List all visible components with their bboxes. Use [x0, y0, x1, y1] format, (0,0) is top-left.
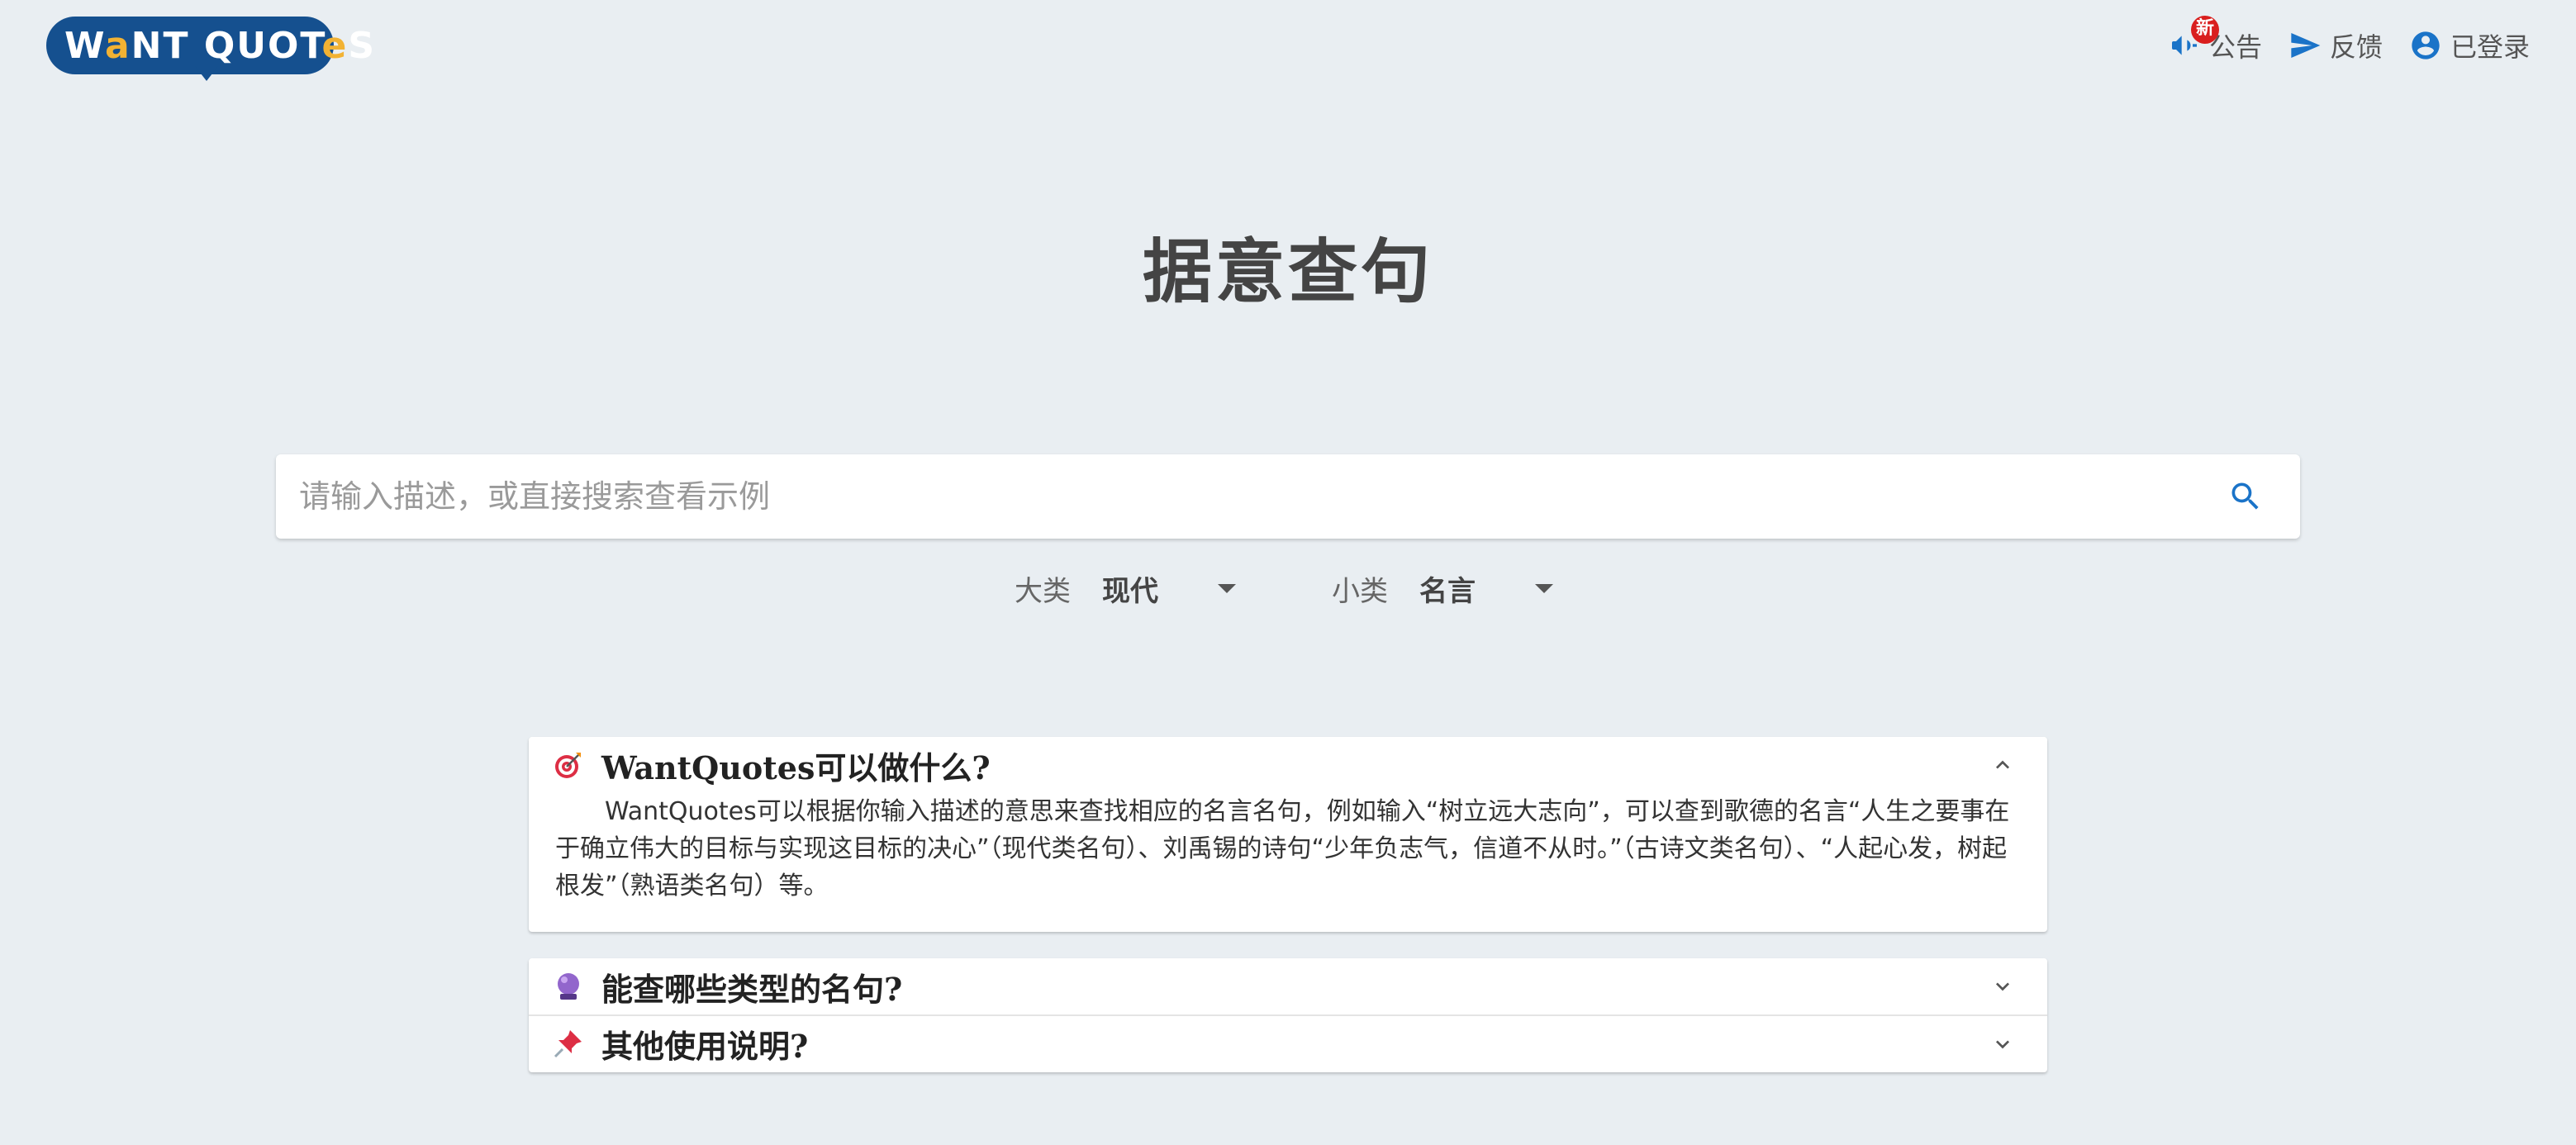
new-badge: 新: [2190, 16, 2219, 44]
category-select[interactable]: 现代: [1102, 568, 1241, 609]
dropdown-arrow-icon: [1218, 583, 1236, 593]
category-label: 大类: [1015, 574, 1071, 608]
faq-title: WantQuotes可以做什么?: [601, 748, 991, 786]
faq-title: 其他使用说明?: [601, 1027, 809, 1065]
faq-panel-what-can-do: WantQuotes可以做什么? WantQuotes可以根据你输入描述的意思来…: [529, 737, 2047, 932]
megaphone-icon: 新: [2168, 16, 2219, 62]
feedback-link[interactable]: 反馈: [2288, 26, 2383, 64]
top-nav: 新 公告 反馈 已登录: [2168, 16, 2530, 66]
dart-icon: [554, 750, 583, 780]
faq-panel-group: 能查哪些类型的名句? 其他使用说明?: [529, 958, 2047, 1072]
filters: 大类 现代 小类 名言: [1015, 562, 1558, 615]
subcategory-filter: 小类 名言: [1332, 568, 1558, 609]
chevron-up-icon[interactable]: [1989, 752, 2016, 778]
chevron-down-icon[interactable]: [1989, 973, 2016, 1000]
account-circle-icon: [2409, 29, 2442, 62]
page-title: 据意查句: [1142, 231, 1433, 312]
pushpin-icon: [554, 1029, 583, 1058]
feedback-label: 反馈: [2329, 31, 2383, 63]
subcategory-value: 名言: [1419, 574, 1476, 608]
search-icon: [2231, 482, 2259, 510]
search-button[interactable]: [2212, 463, 2279, 530]
category-filter: 大类 现代: [1015, 568, 1241, 609]
subcategory-select[interactable]: 名言: [1419, 568, 1558, 609]
category-value: 现代: [1102, 574, 1158, 608]
faq-header-types[interactable]: 能查哪些类型的名句?: [529, 958, 2047, 1014]
chevron-down-icon[interactable]: [1989, 1031, 2016, 1057]
faq-header-what-can-do[interactable]: WantQuotes可以做什么?: [529, 737, 2047, 793]
search-input[interactable]: [276, 454, 2212, 539]
send-icon: [2288, 29, 2322, 62]
account-label: 已登录: [2450, 31, 2530, 63]
crystal-ball-icon: [554, 972, 583, 1001]
dropdown-arrow-icon: [1535, 583, 1553, 593]
subcategory-label: 小类: [1332, 574, 1388, 608]
announcement-link[interactable]: 新 公告: [2168, 16, 2262, 64]
faq-answer: WantQuotes可以根据你输入描述的意思来查找相应的名言名句，例如输入“树立…: [555, 797, 2010, 900]
logo-text: WaNT QUOTeS: [64, 25, 377, 67]
faq-title: 能查哪些类型的名句?: [601, 970, 903, 1008]
faq-header-usage[interactable]: 其他使用说明?: [529, 1014, 2047, 1071]
logo-speech-tail: [195, 66, 218, 81]
account-link[interactable]: 已登录: [2409, 26, 2530, 64]
search-box: [276, 454, 2300, 539]
wantquotes-logo[interactable]: WaNT QUOTeS: [46, 17, 374, 81]
